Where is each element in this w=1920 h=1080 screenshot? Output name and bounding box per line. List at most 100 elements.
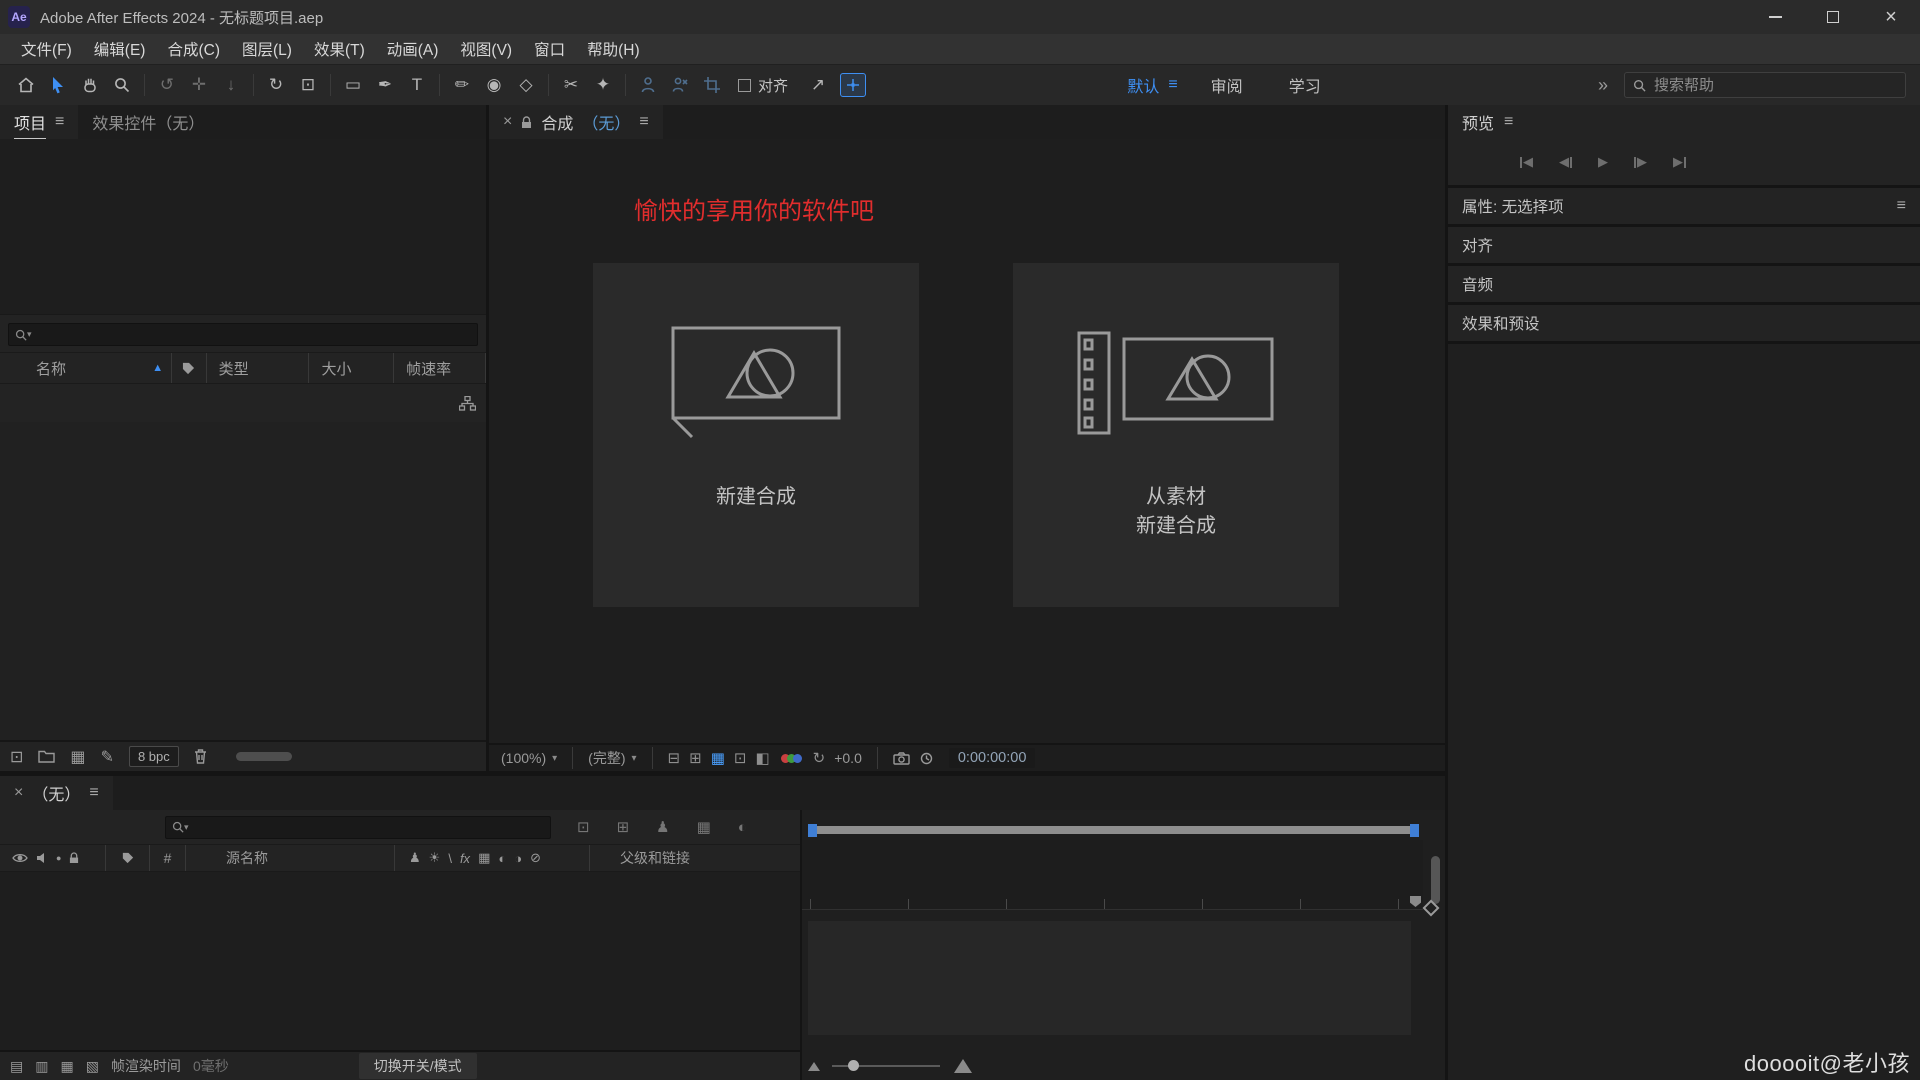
properties-panel-header[interactable]: 属性: 无选择项 ≡ <box>1448 188 1920 224</box>
previous-frame-button[interactable]: ◀ <box>1559 154 1572 170</box>
search-caret-icon[interactable]: ▾ <box>184 822 189 833</box>
mask-visibility-icon[interactable]: ⊞ <box>689 749 702 767</box>
rig-tool-icon[interactable] <box>664 70 696 100</box>
motion-blur-master-icon[interactable]: ◐ <box>738 818 747 836</box>
workspace-menu-icon[interactable]: ≡ <box>1168 76 1177 94</box>
vertical-scrollbar-thumb[interactable] <box>1431 856 1440 904</box>
column-name[interactable]: 名称 ▲ <box>0 353 172 383</box>
comp-flowchart-icon[interactable]: ⊡ <box>577 818 590 836</box>
close-tab-icon[interactable]: × <box>14 784 23 802</box>
project-search-input[interactable] <box>38 327 471 343</box>
panel-menu-icon[interactable]: ≡ <box>55 113 64 131</box>
adjust-icon[interactable]: ✎ <box>101 747 114 767</box>
help-search-box[interactable] <box>1624 72 1906 98</box>
menu-effect[interactable]: 效果(T) <box>303 38 376 60</box>
show-snapshot-icon[interactable] <box>919 752 934 765</box>
maximize-button[interactable] <box>1804 0 1862 34</box>
timecode-display[interactable]: 0:00:00:00 <box>949 748 1036 768</box>
column-framerate[interactable]: 帧速率 <box>394 353 486 383</box>
magnification-dropdown[interactable]: (100%) ▾ <box>501 750 557 766</box>
delete-icon[interactable] <box>194 749 207 764</box>
exposure-value[interactable]: +0.0 <box>834 750 862 766</box>
zoom-slider-track[interactable] <box>832 1065 940 1067</box>
work-area-start-handle[interactable] <box>808 824 817 837</box>
last-frame-button[interactable]: ▶ <box>1673 154 1686 170</box>
menu-help[interactable]: 帮助(H) <box>576 38 651 60</box>
snap-arrow-icon[interactable]: ↗ <box>802 70 834 100</box>
new-composition-icon[interactable]: ▦ <box>70 747 85 767</box>
zoom-out-icon[interactable] <box>808 1062 820 1071</box>
panel-menu-icon[interactable]: ≡ <box>1897 197 1906 215</box>
help-search-input[interactable] <box>1654 77 1897 94</box>
tab-project[interactable]: 项目 ≡ <box>0 105 78 139</box>
menu-animation[interactable]: 动画(A) <box>376 38 450 60</box>
column-label-color[interactable] <box>172 353 207 383</box>
toggle-transfer-pane-icon[interactable]: ▥ <box>35 1058 48 1075</box>
workspace-tab-default[interactable]: 默认 <box>1127 73 1159 97</box>
render-queue-shortcut-icon[interactable]: ▧ <box>86 1058 99 1075</box>
resolution-dropdown[interactable]: (完整) ▾ <box>588 748 636 768</box>
new-folder-icon[interactable] <box>38 750 55 763</box>
frame-blend-master-icon[interactable]: ▦ <box>697 818 711 836</box>
tab-composition[interactable]: × 合成 （无） ≡ <box>489 105 663 139</box>
column-label[interactable] <box>106 845 150 871</box>
play-button[interactable]: ▶ <box>1598 154 1608 170</box>
zoom-in-icon[interactable] <box>954 1059 972 1073</box>
preview-header[interactable]: 预览 ≡ <box>1448 105 1920 139</box>
puppet-pin-tool-icon[interactable]: ✦ <box>587 70 619 100</box>
tab-timeline[interactable]: × （无） ≡ <box>0 776 113 810</box>
shy-master-icon[interactable]: ♟ <box>656 818 669 836</box>
menu-file[interactable]: 文件(F) <box>10 38 83 60</box>
camera-tool-icon[interactable]: ⊡ <box>292 70 324 100</box>
menu-view[interactable]: 视图(V) <box>449 38 523 60</box>
new-composition-card[interactable]: 新建合成 <box>593 263 919 607</box>
menu-window[interactable]: 窗口 <box>523 38 576 60</box>
clone-stamp-tool-icon[interactable]: ◉ <box>478 70 510 100</box>
orbit-camera-tool-icon[interactable]: ↺ <box>151 70 183 100</box>
column-size[interactable]: 大小 <box>309 353 394 383</box>
column-number[interactable]: # <box>150 845 186 871</box>
eraser-tool-icon[interactable]: ◇ <box>510 70 542 100</box>
selection-tool-icon[interactable] <box>42 70 74 100</box>
close-button[interactable]: × <box>1862 0 1920 34</box>
pan-camera-tool-icon[interactable]: ✛ <box>183 70 215 100</box>
panel-menu-icon[interactable]: ≡ <box>1504 113 1513 131</box>
column-source-name[interactable]: 源名称 <box>186 845 395 871</box>
tab-effect-controls[interactable]: 效果控件（无） <box>78 105 218 139</box>
workspace-tab-review[interactable]: 审阅 <box>1211 73 1243 97</box>
project-flowchart-icon[interactable] <box>459 396 476 411</box>
brush-tool-icon[interactable]: ✏ <box>446 70 478 100</box>
toggle-inout-pane-icon[interactable]: ▦ <box>60 1058 73 1075</box>
pen-tool-icon[interactable]: ✒ <box>369 70 401 100</box>
align-panel-header[interactable]: 对齐 <box>1448 227 1920 263</box>
rotation-tool-icon[interactable]: ↻ <box>260 70 292 100</box>
draft-3d-icon[interactable]: ⊞ <box>617 818 630 836</box>
snapping-icon[interactable] <box>840 73 866 97</box>
menu-layer[interactable]: 图层(L) <box>231 38 303 60</box>
view-layout-icon[interactable]: ◧ <box>755 749 769 767</box>
sort-ascending-icon[interactable]: ▲ <box>152 362 163 374</box>
close-tab-icon[interactable]: × <box>503 113 512 131</box>
column-parent-link[interactable]: 父级和链接 <box>590 845 800 871</box>
menu-composition[interactable]: 合成(C) <box>156 38 231 60</box>
workspace-overflow-icon[interactable]: » <box>1598 75 1608 96</box>
limb-tool-icon[interactable] <box>632 70 664 100</box>
time-navigator-bar[interactable] <box>817 826 1410 834</box>
rectangle-tool-icon[interactable]: ▭ <box>337 70 369 100</box>
minimize-button[interactable] <box>1746 0 1804 34</box>
from-footage-card[interactable]: 从素材 新建合成 <box>1013 263 1339 607</box>
hand-tool-icon[interactable] <box>74 70 106 100</box>
panel-menu-icon[interactable]: ≡ <box>89 784 98 802</box>
timeline-search-input[interactable] <box>195 819 544 835</box>
dolly-camera-tool-icon[interactable]: ↓ <box>215 70 247 100</box>
next-frame-button[interactable]: ▶ <box>1634 154 1647 170</box>
transparency-grid-icon[interactable]: ▦ <box>711 749 725 767</box>
region-of-interest-icon[interactable]: ⊡ <box>734 749 747 767</box>
layer-drop-zone[interactable] <box>808 921 1411 1035</box>
snapshot-camera-icon[interactable] <box>893 752 910 765</box>
zoom-slider-knob[interactable] <box>848 1060 859 1071</box>
interpret-footage-icon[interactable]: ⊡ <box>10 747 23 767</box>
menu-edit[interactable]: 编辑(E) <box>83 38 157 60</box>
time-ruler[interactable] <box>802 840 1423 910</box>
toggle-switches-pane-icon[interactable]: ▤ <box>10 1058 23 1075</box>
